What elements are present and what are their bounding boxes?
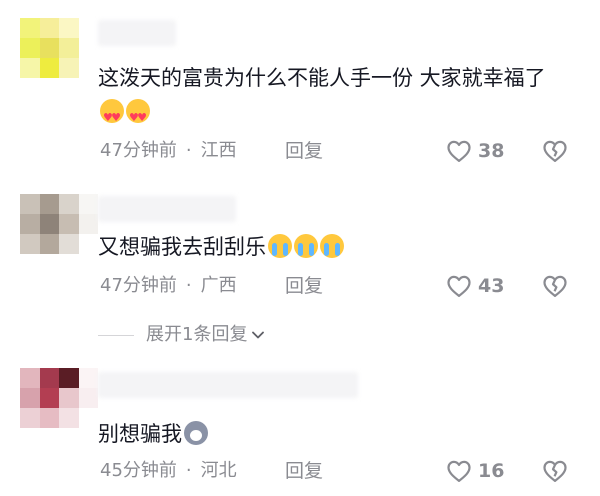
username-blurred[interactable] xyxy=(98,196,236,222)
husky-emoji xyxy=(184,421,208,445)
reply-button[interactable]: 回复 xyxy=(285,456,323,486)
like-count: 38 xyxy=(478,140,505,162)
avatar[interactable] xyxy=(20,18,98,78)
avatar[interactable] xyxy=(20,194,98,254)
timestamp: 47分钟前 xyxy=(100,140,177,161)
like-count: 16 xyxy=(478,460,505,482)
like-button[interactable]: 16 xyxy=(445,456,504,486)
comment-text: 这泼天的富贵为什么不能人手一份 大家就幸福了 xyxy=(98,61,568,135)
avatar[interactable] xyxy=(20,368,98,428)
crying-emoji xyxy=(268,234,292,258)
separator: · xyxy=(185,460,192,481)
crying-emoji xyxy=(294,234,318,258)
like-count: 43 xyxy=(478,275,505,297)
reply-button[interactable]: 回复 xyxy=(285,136,323,166)
comment-meta: 47分钟前 · 广西 xyxy=(100,271,237,301)
reply-button[interactable]: 回复 xyxy=(285,271,323,301)
like-button[interactable]: 43 xyxy=(445,271,504,301)
expand-replies-button[interactable]: 展开1条回复 xyxy=(98,320,265,350)
crying-emoji xyxy=(320,234,344,258)
comment-meta: 45分钟前 · 河北 xyxy=(100,456,237,486)
username-blurred[interactable] xyxy=(98,372,358,398)
heart-eyes-emoji xyxy=(100,99,124,135)
heart-eyes-emoji xyxy=(126,99,150,135)
broken-heart-icon[interactable] xyxy=(541,457,569,485)
location: 河北 xyxy=(200,460,237,481)
timestamp: 47分钟前 xyxy=(100,275,177,296)
chevron-down-icon xyxy=(252,331,265,339)
divider xyxy=(98,334,134,336)
expand-replies-label: 展开1条回复 xyxy=(146,324,248,345)
like-button[interactable]: 38 xyxy=(445,136,504,166)
comment-text: 别想骗我 xyxy=(98,417,568,451)
location: 广西 xyxy=(200,275,237,296)
separator: · xyxy=(185,275,192,296)
broken-heart-icon[interactable] xyxy=(541,137,569,165)
broken-heart-icon[interactable] xyxy=(541,272,569,300)
timestamp: 45分钟前 xyxy=(100,460,177,481)
heart-icon xyxy=(447,460,471,483)
comment-meta: 47分钟前 · 江西 xyxy=(100,136,237,166)
username-blurred[interactable] xyxy=(98,20,176,46)
heart-icon xyxy=(447,275,471,298)
location: 江西 xyxy=(200,140,237,161)
comment-text: 又想骗我去刮刮乐 xyxy=(98,230,568,264)
separator: · xyxy=(185,140,192,161)
heart-icon xyxy=(447,140,471,163)
